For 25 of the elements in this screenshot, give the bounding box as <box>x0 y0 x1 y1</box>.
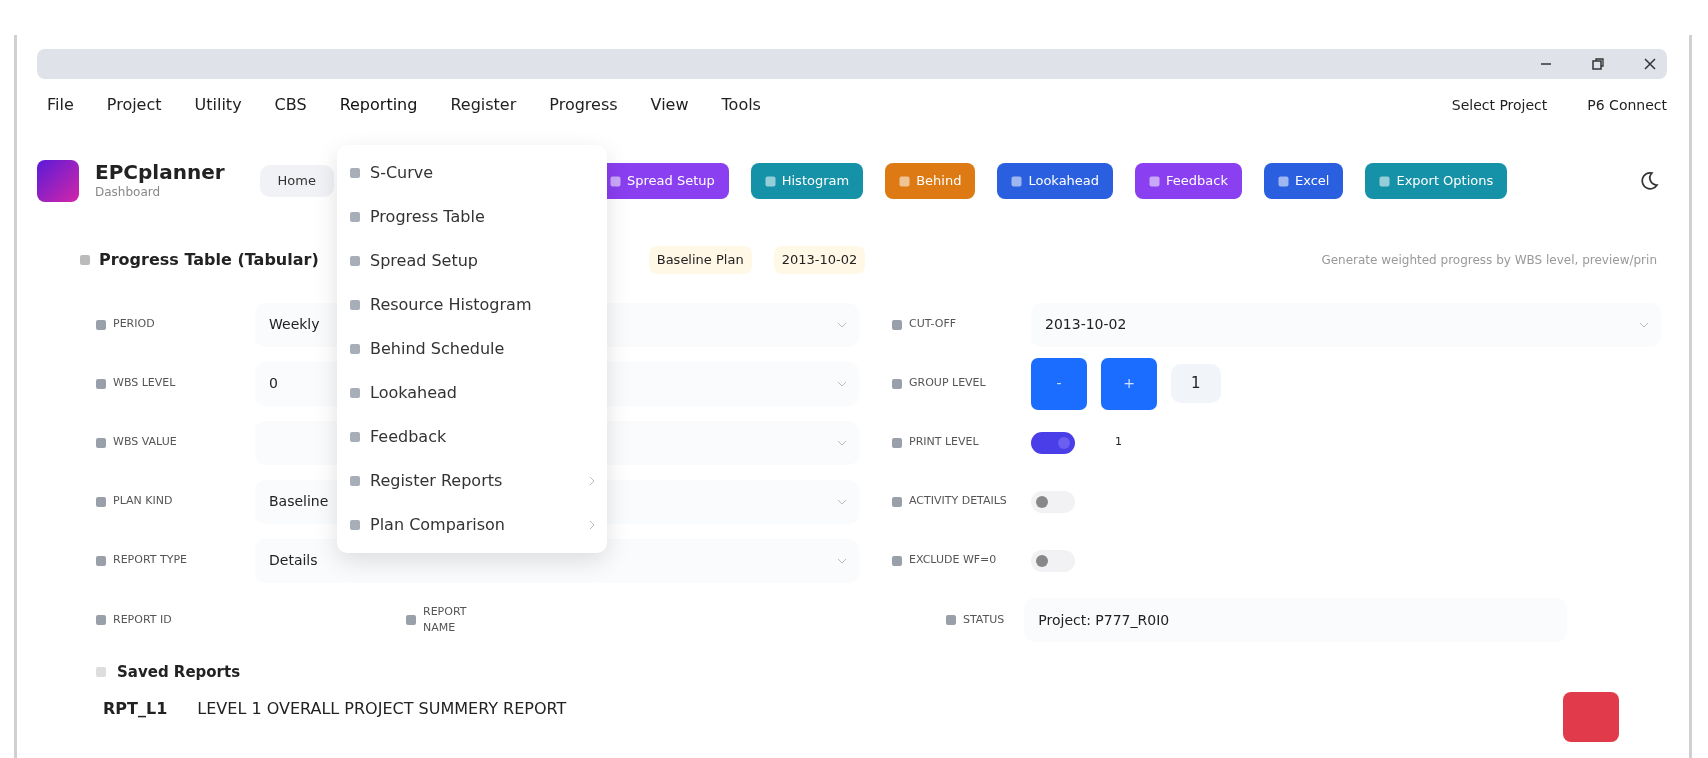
field-label: WBS VALUE <box>113 434 177 451</box>
field-label: CUT-OFF <box>909 316 957 333</box>
field-label: REPORT NAME <box>423 603 468 636</box>
info-chip: 2013-10-02 <box>773 246 866 274</box>
status-field: Project: P777_R0I0 <box>1024 598 1567 642</box>
stepper-value: 1 <box>1171 364 1221 403</box>
field-label: GROUP LEVEL <box>909 375 986 392</box>
report-id: RPT_L1 <box>103 698 168 720</box>
field-label: PERIOD <box>113 316 155 333</box>
report-title: LEVEL 1 OVERALL PROJECT SUMMERY REPORT <box>197 698 567 720</box>
saved-title: Saved Reports <box>117 661 241 683</box>
field-label: REPORT ID <box>113 611 172 628</box>
app-subtitle: Dashboard <box>95 184 162 201</box>
field-label: ACTIVITY DETAILS <box>909 493 1007 510</box>
section-title: Progress Table (Tabular) <box>99 249 319 271</box>
field-label: PLAN KIND <box>113 493 173 510</box>
field-label: REPORT TYPE <box>113 552 187 569</box>
toggle-value: 1 <box>1115 434 1122 451</box>
app-name: EPCplanner <box>95 161 225 183</box>
field-label: EXCLUDE WF=0 <box>909 552 997 569</box>
section-description: Generate weighted progress by WBS level, preview/prin <box>1321 252 1657 269</box>
info-chip: Baseline Plan <box>648 246 752 274</box>
field-label: PRINT LEVEL <box>909 434 979 451</box>
field-label: STATUS <box>963 611 1005 628</box>
field-label: WBS LEVEL <box>113 375 176 392</box>
